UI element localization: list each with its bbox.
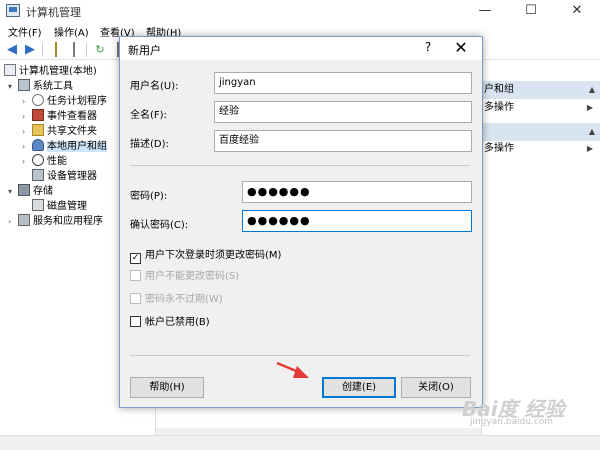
tree-item-performance[interactable]: › 性能 [22, 154, 67, 169]
window-title: 计算机管理 [26, 6, 81, 19]
chevron-right-icon[interactable]: › [22, 124, 32, 139]
chevron-right-icon: ▶ [586, 144, 593, 153]
up-folder-icon[interactable] [48, 42, 64, 57]
performance-icon [32, 154, 44, 166]
chevron-right-icon[interactable]: › [8, 214, 18, 229]
shared-folder-icon [32, 124, 44, 136]
chevron-right-icon: ▶ [586, 103, 593, 112]
event-viewer-icon [32, 109, 44, 121]
checkbox-icon [130, 270, 141, 281]
actions-header-secondary[interactable]: ▲ [482, 123, 600, 141]
forward-icon[interactable]: ▶ [22, 42, 38, 57]
fullname-label: 全名(F): [130, 110, 167, 121]
account-disabled-checkbox[interactable]: 帐户已禁用(B) [130, 316, 210, 330]
confirm-password-label: 确认密码(C): [130, 220, 189, 231]
password-input[interactable]: ●●●●●● [242, 181, 472, 203]
confirm-password-input[interactable]: ●●●●●● [242, 210, 472, 232]
must-change-password-checkbox[interactable]: ✓ 用户下次登录时须更改密码(M) [130, 249, 281, 264]
checkbox-icon[interactable] [130, 316, 141, 327]
storage-icon [18, 184, 30, 196]
tree-item-system-tools[interactable]: ▾ 系统工具 [8, 79, 73, 94]
menu-action[interactable]: 操作(A) [54, 24, 89, 39]
help-icon[interactable]: ? [418, 40, 438, 54]
create-button[interactable]: 创建(E) [322, 377, 396, 398]
description-input[interactable]: 百度经验 [214, 130, 472, 152]
tree-item-local-users-groups[interactable]: › 本地用户和组 [22, 139, 107, 154]
tree-item-device-manager[interactable]: 设备管理器 [32, 169, 97, 184]
collapse-icon[interactable]: ▲ [589, 123, 595, 141]
chevron-right-icon[interactable]: › [22, 139, 32, 154]
watermark-url: jingyan.baidu.com [470, 417, 554, 427]
tree-item-task-scheduler[interactable]: › 任务计划程序 [22, 94, 107, 109]
tools-icon [18, 79, 30, 91]
password-label: 密码(P): [130, 191, 168, 202]
divider [130, 165, 470, 166]
baidu-watermark: Bai度 经验 jingyan.baidu.com [462, 393, 565, 427]
fullname-input[interactable]: 经验 [214, 101, 472, 123]
help-button[interactable]: 帮助(H) [130, 377, 204, 398]
password-never-expires-checkbox: 密码永不过期(W) [130, 293, 223, 307]
actions-pane: 户和组 ▲ 多操作 ▶ ▲ 多操作 ▶ [481, 61, 600, 435]
title-bar: 计算机管理 — ☐ ✕ [0, 0, 600, 22]
cannot-change-password-checkbox: 用户不能更改密码(S) [130, 270, 239, 284]
chevron-down-icon[interactable]: ▾ [8, 79, 18, 94]
tree-item-event-viewer[interactable]: › 事件查看器 [22, 109, 97, 124]
chevron-right-icon[interactable]: › [22, 154, 32, 169]
toolbar-separator [86, 43, 87, 57]
status-bar [0, 435, 600, 450]
minimize-button[interactable]: — [462, 0, 508, 22]
menu-file[interactable]: 文件(F) [8, 24, 42, 39]
username-input[interactable]: jingyan [214, 72, 472, 94]
checkbox-icon [130, 293, 141, 304]
users-icon [32, 139, 44, 151]
tree-item-services-applications[interactable]: › 服务和应用程序 [8, 214, 103, 229]
chevron-right-icon[interactable]: › [22, 94, 32, 109]
toolbar-separator [42, 43, 43, 57]
dialog-title-bar: 新用户 ? ✕ [120, 37, 482, 60]
computer-icon [4, 64, 16, 76]
actions-header[interactable]: 户和组 ▲ [482, 81, 600, 99]
collapse-icon[interactable]: ▲ [589, 81, 595, 99]
new-user-dialog: 新用户 ? ✕ 用户名(U): jingyan 全名(F): 经验 描述(D):… [119, 36, 483, 408]
disk-icon [32, 199, 44, 211]
tree-item-computer-management[interactable]: 计算机管理(本地) [4, 64, 97, 79]
device-manager-icon [32, 169, 44, 181]
show-hide-tree-icon[interactable] [66, 42, 82, 57]
refresh-icon[interactable]: ↻ [92, 42, 108, 57]
checkbox-checked-icon[interactable]: ✓ [130, 253, 141, 264]
horizontal-scrollbar[interactable] [156, 428, 481, 435]
more-actions-item[interactable]: 多操作 ▶ [482, 100, 600, 116]
more-actions-item[interactable]: 多操作 ▶ [482, 141, 600, 157]
close-button[interactable]: 关闭(O) [401, 377, 471, 398]
username-label: 用户名(U): [130, 81, 179, 92]
red-arrow-icon [276, 361, 309, 378]
dialog-close-icon[interactable]: ✕ [450, 38, 472, 57]
description-label: 描述(D): [130, 139, 169, 150]
dialog-title: 新用户 [128, 44, 161, 57]
chevron-right-icon[interactable]: › [22, 109, 32, 124]
maximize-button[interactable]: ☐ [508, 0, 554, 22]
tree-item-shared-folders[interactable]: › 共享文件夹 [22, 124, 97, 139]
divider [130, 355, 470, 356]
clock-icon [32, 94, 44, 106]
window-close-button[interactable]: ✕ [554, 0, 600, 22]
tree-item-storage[interactable]: ▾ 存储 [8, 184, 53, 199]
chevron-down-icon[interactable]: ▾ [8, 184, 18, 199]
services-icon [18, 214, 30, 226]
back-icon[interactable]: ◀ [4, 42, 20, 57]
computer-management-icon [6, 4, 20, 17]
tree-item-disk-management[interactable]: 磁盘管理 [32, 199, 87, 214]
